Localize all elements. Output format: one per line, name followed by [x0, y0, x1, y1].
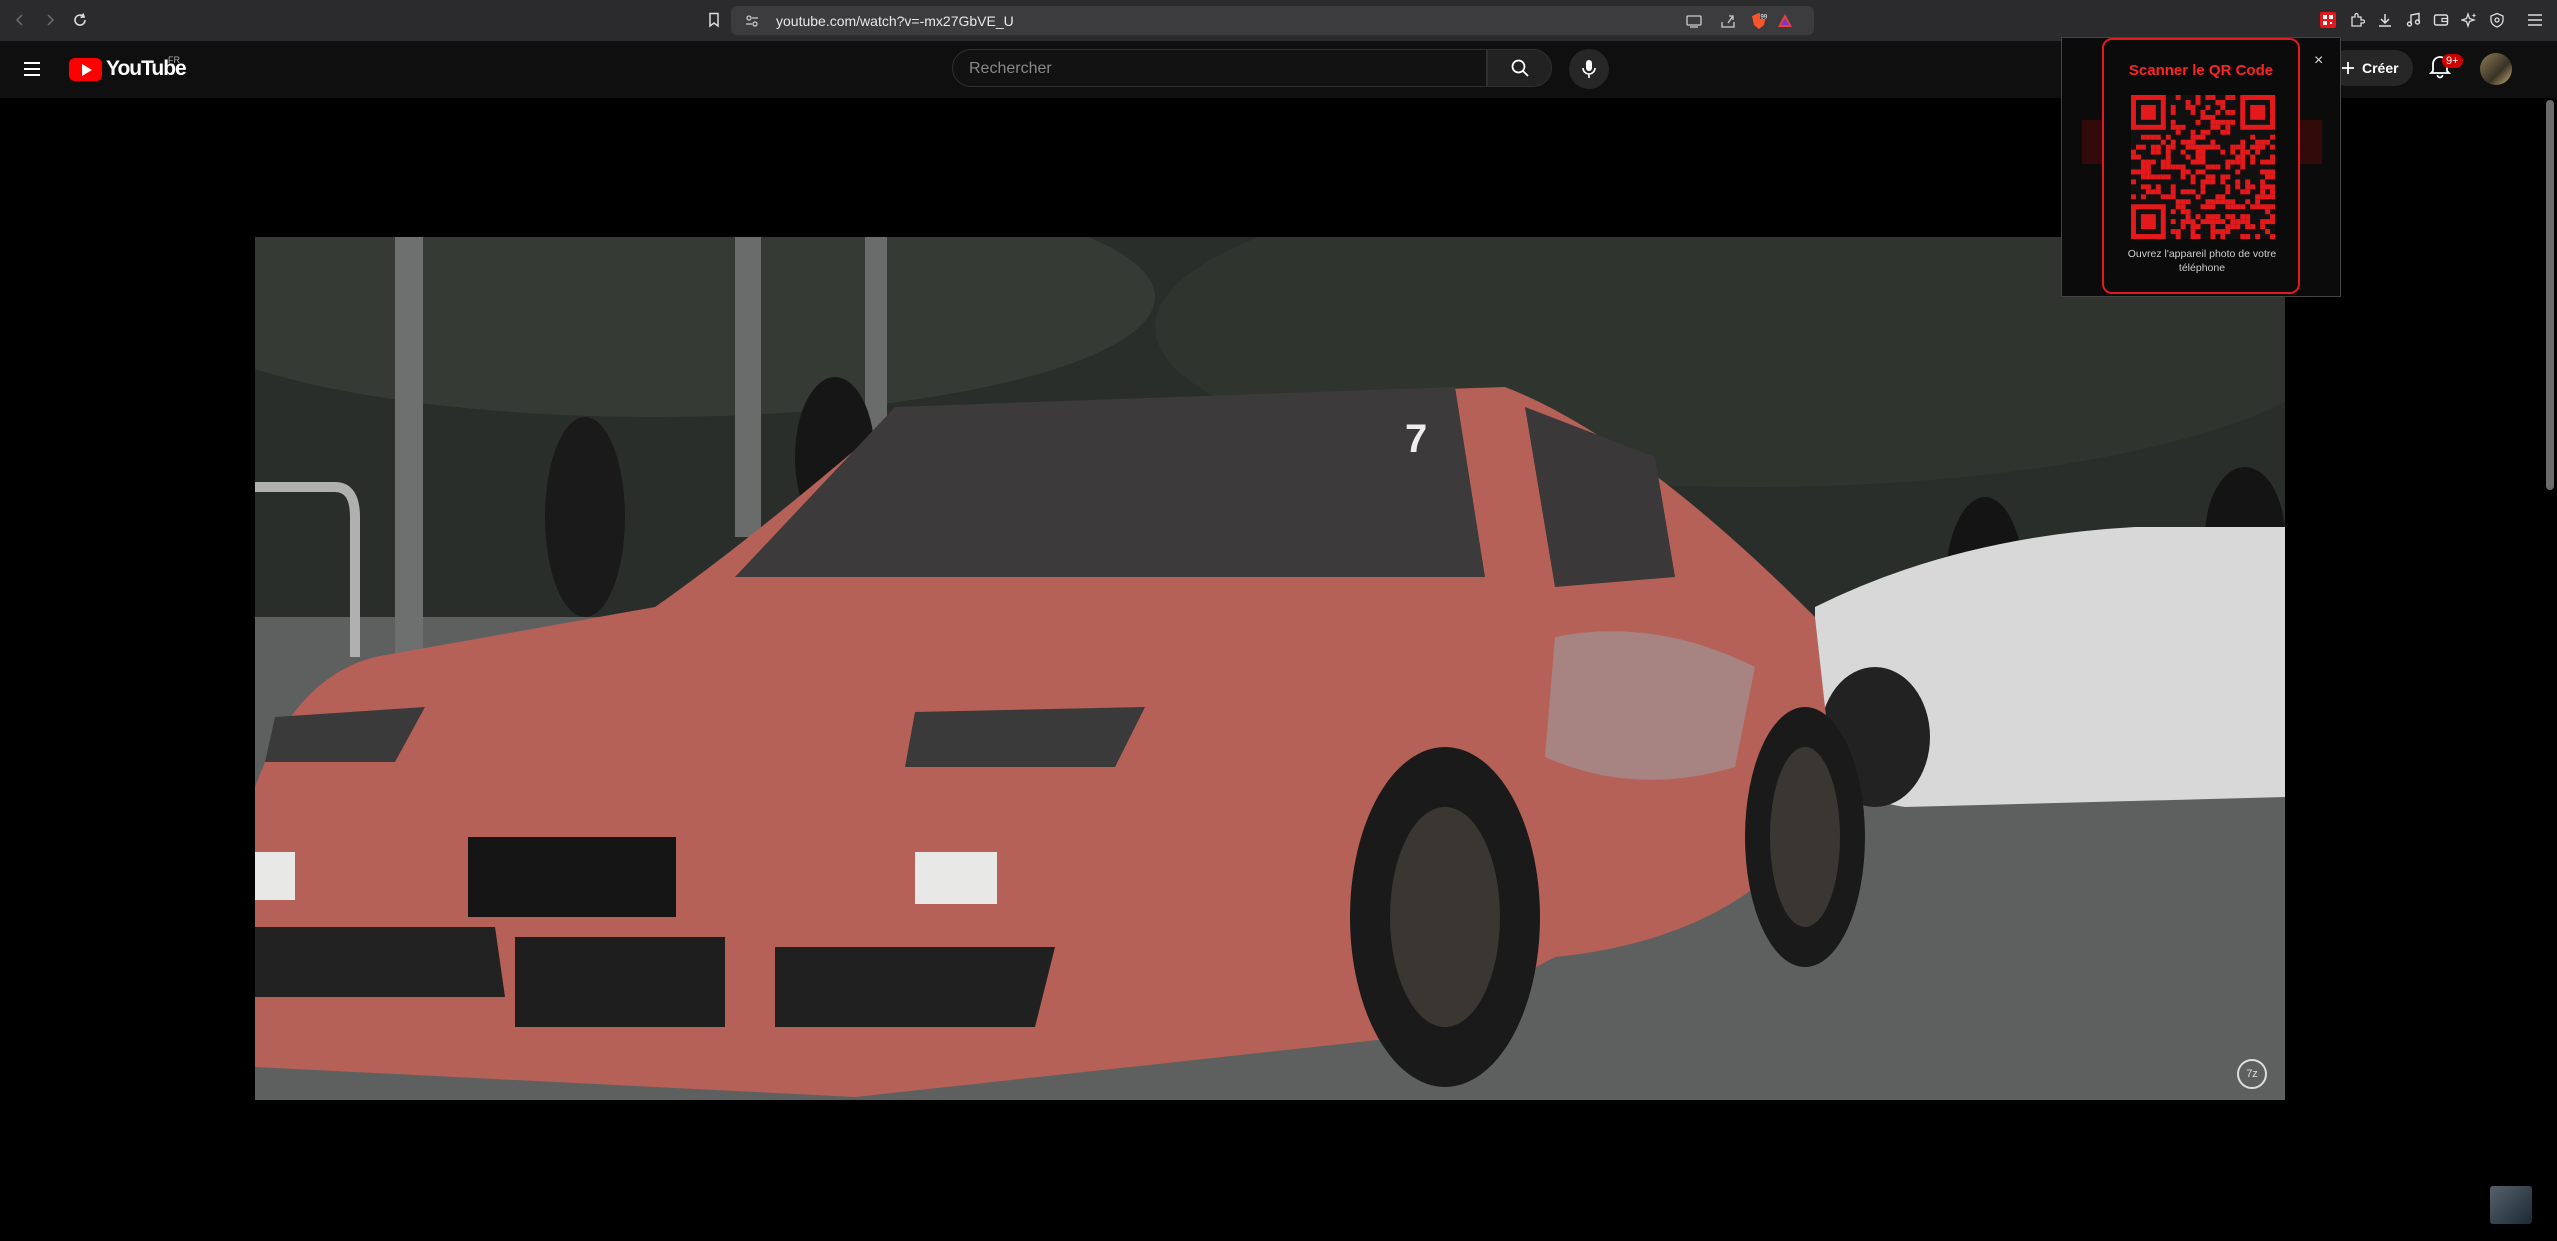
site-settings-icon[interactable] — [741, 10, 763, 32]
youtube-play-icon — [69, 57, 102, 81]
cast-icon[interactable] — [1683, 10, 1705, 32]
notification-badge: 9+ — [2442, 54, 2463, 68]
voice-search-button[interactable] — [1569, 49, 1609, 89]
windshield-number: 7 — [1405, 417, 1427, 461]
search-button[interactable] — [1487, 49, 1552, 87]
brave-rewards-icon[interactable] — [1774, 10, 1796, 32]
avatar[interactable] — [2480, 53, 2512, 85]
address-bar[interactable]: youtube.com/watch?v=-mx27GbVE_U 99 — [731, 6, 1814, 35]
close-icon[interactable]: × — [2314, 52, 2323, 70]
qr-extension-icon[interactable] — [2317, 9, 2339, 31]
qr-title: Scanner le QR Code — [2128, 62, 2274, 79]
browser-menu-icon[interactable] — [2524, 9, 2546, 31]
media-icon[interactable] — [2402, 9, 2424, 31]
url-text[interactable]: youtube.com/watch?v=-mx27GbVE_U — [776, 13, 1014, 29]
plus-icon — [2342, 62, 2354, 74]
channel-watermark[interactable]: 7z — [2237, 1059, 2267, 1089]
extensions-icon[interactable] — [2346, 9, 2368, 31]
bookmark-icon[interactable] — [702, 8, 726, 32]
create-label: Créer — [2362, 60, 2399, 76]
wallet-icon[interactable] — [2430, 9, 2452, 31]
search-box — [952, 49, 1487, 88]
vpn-icon[interactable] — [2486, 9, 2508, 31]
qr-code-image — [2131, 95, 2275, 239]
forward-arrow-icon[interactable] — [38, 8, 62, 32]
search-icon — [1511, 59, 1529, 77]
menu-icon[interactable] — [20, 57, 46, 81]
mini-thumbnail[interactable] — [2490, 1186, 2532, 1224]
leo-ai-icon[interactable] — [2458, 9, 2480, 31]
qr-caption-line1: Ouvrez l'appareil photo de votre — [2127, 248, 2277, 260]
browser-toolbar: youtube.com/watch?v=-mx27GbVE_U 99 — [0, 0, 2557, 41]
reload-icon[interactable] — [68, 8, 92, 32]
search-input[interactable] — [953, 50, 1451, 88]
svg-text:99: 99 — [1761, 15, 1768, 21]
share-icon[interactable] — [1717, 10, 1739, 32]
qr-caption-line2: téléphone — [2178, 262, 2226, 274]
video-player[interactable]: 7 7z — [255, 237, 2285, 1100]
video-frame: 7 — [255, 237, 2285, 1100]
download-icon[interactable] — [2374, 9, 2396, 31]
page-scrollbar[interactable] — [2546, 100, 2554, 490]
qr-caption: Ouvrez l'appareil photo de votre télépho… — [2114, 247, 2290, 275]
brave-shields-icon[interactable]: 99 — [1748, 10, 1770, 32]
country-code: FR — [168, 55, 180, 65]
back-arrow-icon[interactable] — [8, 8, 32, 32]
qr-card: Scanner le QR Code Ouvrez l'appareil pho… — [2102, 38, 2300, 294]
mic-icon — [1582, 60, 1596, 78]
